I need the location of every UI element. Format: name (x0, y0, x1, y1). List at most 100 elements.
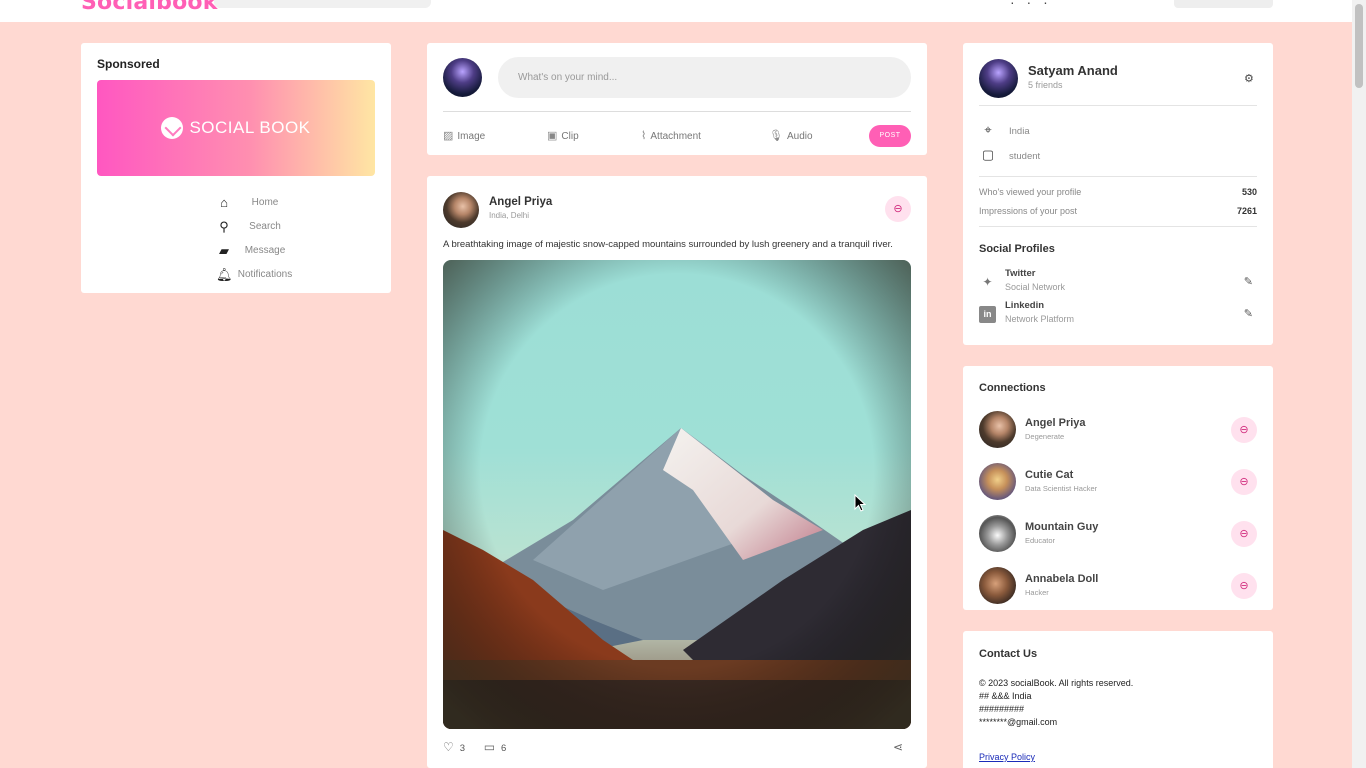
sidebar-card: Sponsored SOCIAL BOOK ⌂ Home ⚲ Search ▰ … (81, 43, 391, 293)
sponsored-title: Sponsored (97, 57, 160, 71)
avatar[interactable] (443, 58, 482, 97)
phone-text: ######### (979, 704, 1025, 714)
social-name[interactable]: Twitter (1005, 268, 1035, 279)
connection-name[interactable]: Angel Priya (1025, 417, 1086, 429)
add-attachment-button[interactable]: ⌇ Attachment (641, 129, 701, 143)
connection-role: Degenerate (1025, 432, 1065, 441)
contact-title: Contact Us (979, 648, 1038, 660)
sidebar-item-search[interactable]: ⚲ Search (81, 217, 391, 237)
connection-role: Educator (1025, 536, 1056, 545)
action-label: Clip (561, 131, 579, 142)
user-minus-icon: ⊖ (893, 203, 903, 215)
contact-card: Contact Us © 2023 socialBook. All rights… (963, 631, 1273, 768)
add-image-button[interactable]: ▨ Image (443, 129, 485, 143)
profile-card: Satyam Anand 5 friends ⚙ ⌖ India ▢ student… (963, 43, 1273, 345)
composer-divider (443, 111, 911, 112)
sponsored-banner[interactable]: SOCIAL BOOK (97, 80, 375, 176)
post-location: India, Delhi (489, 211, 530, 220)
divider (979, 176, 1257, 177)
connection-name[interactable]: Cutie Cat (1025, 469, 1073, 481)
paperclip-icon: ⌇ (641, 130, 647, 142)
social-profiles-title: Social Profiles (979, 243, 1055, 255)
clip-icon: ▣ (547, 130, 558, 142)
sidebar-item-label: Search (249, 221, 281, 232)
post-author[interactable]: Angel Priya (489, 196, 552, 208)
divider (979, 105, 1257, 106)
stat-value: 530 (1241, 187, 1257, 197)
bell-icon: 🔔︎ (216, 267, 233, 282)
social-name[interactable]: Linkedin (1005, 300, 1044, 311)
banner-text: SOCIAL BOOK (189, 118, 311, 137)
edit-icon[interactable]: ✎ (1244, 275, 1253, 288)
share-icon[interactable]: ⋖ (893, 740, 903, 754)
friend-count: 5 friends (1028, 80, 1063, 90)
connection-role: Hacker (1025, 588, 1049, 597)
avatar[interactable] (979, 411, 1016, 448)
socialbook-logo-icon (161, 117, 184, 139)
location-value: India (1009, 126, 1030, 137)
comment-icon[interactable]: ▭ (484, 740, 495, 754)
social-type: Network Platform (1005, 314, 1075, 324)
post-image[interactable] (443, 260, 911, 729)
feed-post: Angel Priya India, Delhi ⊖ A breathtakin… (427, 176, 927, 768)
heart-icon[interactable]: ♡ (443, 740, 454, 754)
scrollbar-thumb[interactable] (1355, 4, 1363, 88)
sidebar-item-home[interactable]: ⌂ Home (81, 193, 391, 213)
post-composer: What's on your mind... ▨ Image ▣ Clip ⌇ Att… (427, 43, 927, 155)
connection-name[interactable]: Mountain Guy (1025, 521, 1098, 533)
brand-logo[interactable]: Socialbook (81, 0, 218, 15)
sidebar-item-label: Notifications (237, 269, 293, 280)
sidebar-item-notifications[interactable]: 🔔︎ Notifications (81, 265, 391, 285)
linkedin-icon: in (979, 306, 996, 323)
sidebar-item-message[interactable]: ▰ Message (81, 241, 391, 261)
stat-label: Impressions of your post (979, 206, 1078, 216)
avatar[interactable] (979, 463, 1016, 500)
profile-views-row: Who's viewed your profile 530 (979, 186, 1257, 198)
connections-title: Connections (979, 382, 1046, 394)
connections-card: Connections Angel Priya Degenerate ⊖ Cut… (963, 366, 1273, 610)
location-row: ⌖ India (979, 122, 1030, 138)
twitter-icon: ✦ (982, 275, 993, 289)
privacy-policy-link[interactable]: Privacy Policy (979, 752, 1035, 762)
email-text: ********@gmail.com (979, 717, 1058, 727)
remove-connection-button[interactable]: ⊖ (1231, 573, 1257, 599)
connection-name[interactable]: Annabela Doll (1025, 573, 1098, 585)
remove-connection-button[interactable]: ⊖ (1231, 469, 1257, 495)
avatar[interactable] (979, 59, 1018, 98)
nav-icons[interactable]: · · · (1010, 0, 1052, 10)
image-icon: ▨ (443, 130, 454, 142)
address-text: ## &&& India (979, 691, 1032, 701)
profile-name[interactable]: Satyam Anand (1028, 63, 1118, 78)
avatar[interactable] (979, 567, 1016, 604)
nav-user-menu[interactable] (1174, 0, 1273, 8)
add-audio-button[interactable]: 🎙︎ Audio (769, 129, 813, 143)
remove-friend-button[interactable]: ⊖ (885, 196, 911, 222)
manage-account-icon[interactable]: ⚙ (1244, 72, 1254, 85)
action-label: Image (457, 131, 486, 142)
user-minus-icon: ⊖ (1239, 424, 1249, 436)
sidebar-item-label: Home (251, 197, 279, 208)
stat-label: Who's viewed your profile (979, 187, 1082, 197)
avatar[interactable] (443, 192, 479, 228)
remove-connection-button[interactable]: ⊖ (1231, 521, 1257, 547)
search-icon: ⚲ (219, 219, 229, 234)
user-minus-icon: ⊖ (1239, 580, 1249, 592)
page-scrollbar[interactable] (1352, 0, 1366, 768)
home-icon: ⌂ (220, 195, 228, 210)
remove-connection-button[interactable]: ⊖ (1231, 417, 1257, 443)
connection-item: Mountain Guy Educator ⊖ (979, 515, 1257, 553)
nav-search-input[interactable] (214, 0, 431, 8)
connection-item: Angel Priya Degenerate ⊖ (979, 411, 1257, 449)
add-clip-button[interactable]: ▣ Clip (547, 129, 579, 143)
microphone-icon: 🎙︎ (769, 130, 783, 142)
stat-value: 7261 (1236, 206, 1257, 216)
action-label: Attachment (650, 131, 701, 142)
briefcase-icon: ▢ (981, 147, 995, 162)
divider (979, 226, 1257, 227)
user-minus-icon: ⊖ (1239, 476, 1249, 488)
edit-icon[interactable]: ✎ (1244, 307, 1253, 320)
post-button[interactable]: POST (869, 125, 911, 147)
avatar[interactable] (979, 515, 1016, 552)
post-input[interactable]: What's on your mind... (498, 57, 911, 98)
connection-role: Data Scientist Hacker (1025, 484, 1098, 493)
